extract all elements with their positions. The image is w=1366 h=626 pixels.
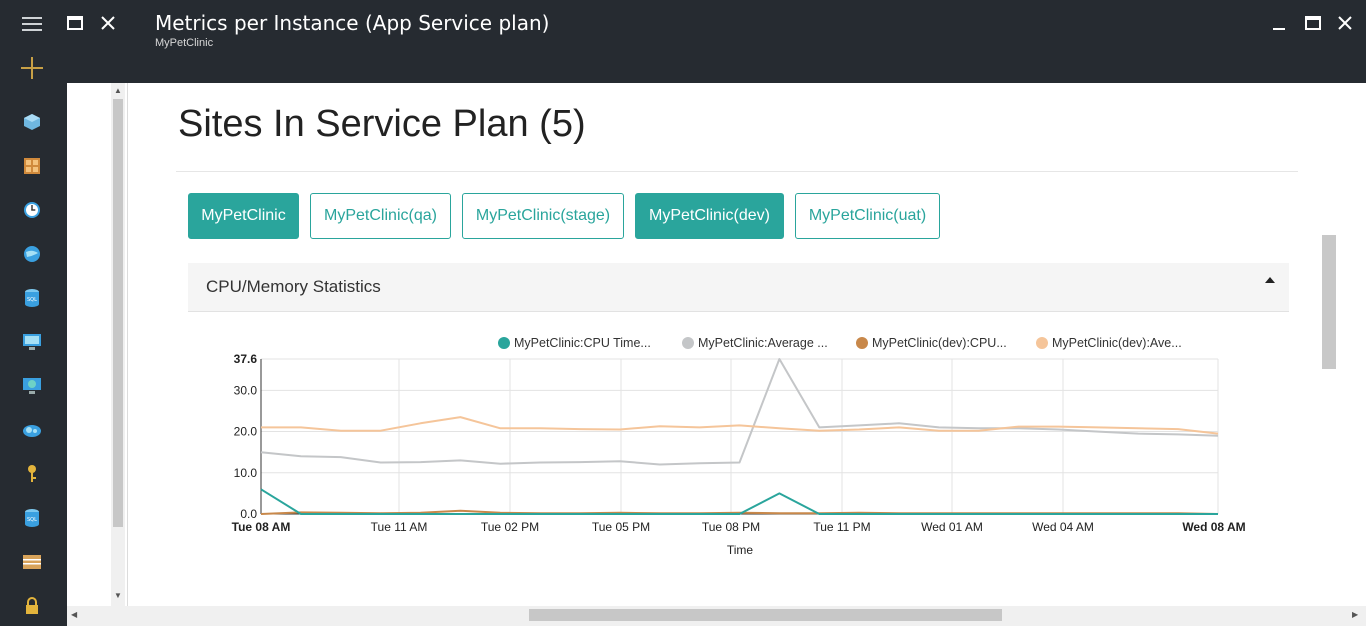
- y-tick-label: 30.0: [234, 383, 258, 397]
- sql-database-icon[interactable]: SQL: [14, 280, 50, 316]
- close-blade-icon[interactable]: [96, 11, 120, 35]
- blade-title: Metrics per Instance (App Service plan): [155, 11, 550, 35]
- clock-icon[interactable]: [14, 192, 50, 228]
- storage-icon[interactable]: [14, 544, 50, 580]
- y-tick-label: 20.0: [234, 425, 258, 439]
- sql-server-icon[interactable]: SQL: [14, 500, 50, 536]
- x-tick-label: Tue 05 PM: [592, 520, 650, 534]
- globe-icon[interactable]: [14, 236, 50, 272]
- new-plus-icon[interactable]: [14, 50, 50, 86]
- main-content: Sites In Service Plan (5) MyPetClinic My…: [128, 83, 1366, 606]
- x-axis-title: Time: [727, 543, 754, 557]
- x-tick-label: Wed 04 AM: [1032, 520, 1094, 534]
- cloud-service-icon[interactable]: [14, 368, 50, 404]
- horizontal-scrollbar-thumb[interactable]: [529, 609, 1002, 621]
- dashboard-grid-icon[interactable]: [14, 148, 50, 184]
- left-vertical-scrollbar[interactable]: ▲ ▼: [111, 83, 125, 606]
- series-line-2: [260, 358, 1219, 466]
- maximize-blade-icon[interactable]: [63, 11, 87, 35]
- scroll-right-icon[interactable]: ▶: [1352, 610, 1358, 619]
- key-icon[interactable]: [14, 456, 50, 492]
- minimize-icon[interactable]: [1267, 12, 1291, 36]
- cloud-gears-icon[interactable]: [14, 412, 50, 448]
- restore-icon[interactable]: [1301, 11, 1325, 35]
- x-tick-label: Tue 11 PM: [813, 520, 870, 534]
- left-nav-sidebar: SQL SQL: [0, 0, 67, 626]
- hamburger-menu-icon[interactable]: [14, 6, 50, 42]
- y-tick-label: 10.0: [234, 466, 258, 480]
- resource-cube-icon[interactable]: [14, 104, 50, 140]
- blade-subtitle: MyPetClinic: [155, 37, 214, 49]
- cpu-memory-line-chart: 0.0 10.0 20.0 30.0 37.6 Tue 08 AM Tue 11 AM Tue…: [232, 352, 1246, 557]
- x-tick-label: Tue 02 PM: [481, 520, 539, 534]
- scroll-down-icon[interactable]: ▼: [114, 591, 122, 600]
- y-tick-label: 37.6: [234, 352, 258, 366]
- y-tick-label: 0.0: [240, 507, 257, 521]
- svg-text:SQL: SQL: [27, 517, 37, 523]
- horizontal-scrollbar[interactable]: ◀ ▶: [67, 606, 1366, 626]
- x-tick-label: Tue 08 AM: [232, 520, 291, 534]
- x-tick-label: Tue 11 AM: [371, 520, 428, 534]
- x-tick-label: Wed 01 AM: [921, 520, 983, 534]
- series-line-1: [260, 488, 1218, 515]
- svg-text:SQL: SQL: [27, 297, 37, 303]
- scroll-left-icon[interactable]: ◀: [71, 610, 77, 619]
- virtual-machine-icon[interactable]: [14, 324, 50, 360]
- blade-title-bar: Metrics per Instance (App Service plan) …: [67, 0, 1366, 83]
- scroll-up-icon[interactable]: ▲: [114, 86, 122, 95]
- close-window-icon[interactable]: [1333, 11, 1357, 35]
- x-tick-label: Tue 08 PM: [702, 520, 760, 534]
- x-tick-label: Wed 08 AM: [1182, 520, 1245, 534]
- scrollbar-thumb[interactable]: [113, 99, 123, 527]
- lock-icon[interactable]: [14, 588, 50, 624]
